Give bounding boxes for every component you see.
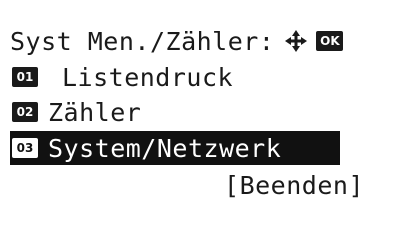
- exit-label: [Beenden]: [224, 170, 364, 200]
- exit-button[interactable]: [Beenden]: [224, 168, 364, 202]
- item-number-badge: 02: [12, 102, 38, 122]
- menu-item-label: System/Netzwerk: [48, 133, 282, 163]
- four-way-arrow-icon: [284, 29, 308, 53]
- page-title: Syst Men./Zähler:: [10, 26, 275, 56]
- menu-item-system-netzwerk[interactable]: 03 System/Netzwerk: [10, 131, 340, 165]
- menu-item-label: Zähler: [48, 97, 142, 127]
- ok-icon[interactable]: OK: [316, 31, 344, 51]
- menu-item-zaehler[interactable]: 02 Zähler: [12, 95, 342, 129]
- item-number-badge: 01: [12, 67, 38, 87]
- header-row: Syst Men./Zähler: OK: [10, 24, 344, 58]
- lcd-screen: Syst Men./Zähler: OK 01 Listendruck 02 Z…: [0, 0, 398, 220]
- menu-item-label: Listendruck: [62, 62, 234, 92]
- menu-item-listendruck[interactable]: 01 Listendruck: [12, 60, 342, 94]
- item-number-badge: 03: [12, 138, 38, 158]
